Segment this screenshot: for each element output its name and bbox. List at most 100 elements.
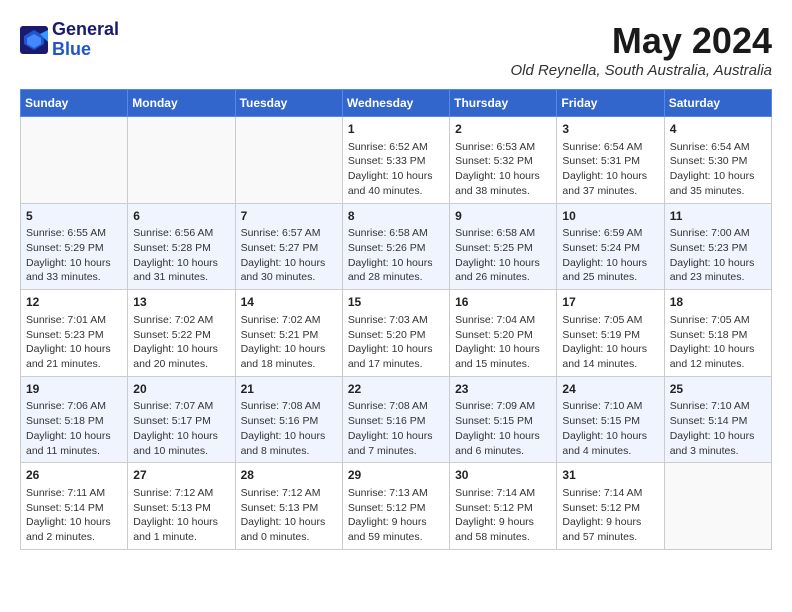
calendar-cell: 23Sunrise: 7:09 AM Sunset: 5:15 PM Dayli… [450, 376, 557, 463]
day-info: Sunrise: 6:54 AM Sunset: 5:30 PM Dayligh… [670, 140, 766, 199]
day-info: Sunrise: 7:05 AM Sunset: 5:19 PM Dayligh… [562, 313, 658, 372]
calendar-cell: 15Sunrise: 7:03 AM Sunset: 5:20 PM Dayli… [342, 290, 449, 377]
week-row-2: 5Sunrise: 6:55 AM Sunset: 5:29 PM Daylig… [21, 203, 772, 290]
day-info: Sunrise: 7:02 AM Sunset: 5:21 PM Dayligh… [241, 313, 337, 372]
calendar-cell: 11Sunrise: 7:00 AM Sunset: 5:23 PM Dayli… [664, 203, 771, 290]
day-number: 18 [670, 294, 766, 311]
day-info: Sunrise: 7:08 AM Sunset: 5:16 PM Dayligh… [348, 399, 444, 458]
day-number: 28 [241, 467, 337, 484]
day-number: 1 [348, 121, 444, 138]
day-info: Sunrise: 6:53 AM Sunset: 5:32 PM Dayligh… [455, 140, 551, 199]
col-header-sunday: Sunday [21, 90, 128, 117]
day-number: 29 [348, 467, 444, 484]
calendar-cell: 1 Sunrise: 6:52 AM Sunset: 5:33 PM Daylig… [342, 117, 449, 204]
day-number: 23 [455, 381, 551, 398]
day-info: Sunrise: 7:02 AM Sunset: 5:22 PM Dayligh… [133, 313, 229, 372]
day-number: 27 [133, 467, 229, 484]
calendar-cell [664, 463, 771, 550]
day-info: Sunrise: 7:10 AM Sunset: 5:14 PM Dayligh… [670, 399, 766, 458]
day-number: 13 [133, 294, 229, 311]
day-info: Sunrise: 7:10 AM Sunset: 5:15 PM Dayligh… [562, 399, 658, 458]
calendar-cell: 31 Sunrise: 7:14 AM Sunset: 5:12 PM Dayli… [557, 463, 664, 550]
week-row-5: 26Sunrise: 7:11 AM Sunset: 5:14 PM Dayli… [21, 463, 772, 550]
day-number: 14 [241, 294, 337, 311]
col-header-monday: Monday [128, 90, 235, 117]
calendar-table: SundayMondayTuesdayWednesdayThursdayFrid… [20, 89, 772, 550]
calendar-cell: 13 Sunrise: 7:02 AM Sunset: 5:22 PM Dayli… [128, 290, 235, 377]
title-block: May 2024 Old Reynella, South Australia, … [510, 20, 772, 79]
day-number: 22 [348, 381, 444, 398]
header-row: SundayMondayTuesdayWednesdayThursdayFrid… [21, 90, 772, 117]
day-info: Sunrise: 6:52 AM Sunset: 5:33 PM Dayligh… [348, 140, 444, 199]
calendar-cell: 14 Sunrise: 7:02 AM Sunset: 5:21 PM Dayli… [235, 290, 342, 377]
day-info: Sunrise: 6:58 AM Sunset: 5:26 PM Dayligh… [348, 226, 444, 285]
day-info: Sunrise: 7:06 AM Sunset: 5:18 PM Dayligh… [26, 399, 122, 458]
calendar-cell: 25Sunrise: 7:10 AM Sunset: 5:14 PM Dayli… [664, 376, 771, 463]
day-number: 2 [455, 121, 551, 138]
day-info: Sunrise: 6:58 AM Sunset: 5:25 PM Dayligh… [455, 226, 551, 285]
calendar-cell: 8Sunrise: 6:58 AM Sunset: 5:26 PM Daylig… [342, 203, 449, 290]
week-row-3: 12 Sunrise: 7:01 AM Sunset: 5:23 PM Dayli… [21, 290, 772, 377]
calendar-cell: 22Sunrise: 7:08 AM Sunset: 5:16 PM Dayli… [342, 376, 449, 463]
day-number: 21 [241, 381, 337, 398]
calendar-cell: 18Sunrise: 7:05 AM Sunset: 5:18 PM Dayli… [664, 290, 771, 377]
calendar-cell: 7Sunrise: 6:57 AM Sunset: 5:27 PM Daylig… [235, 203, 342, 290]
day-number: 15 [348, 294, 444, 311]
day-number: 19 [26, 381, 122, 398]
day-number: 6 [133, 208, 229, 225]
calendar-cell: 16Sunrise: 7:04 AM Sunset: 5:20 PM Dayli… [450, 290, 557, 377]
day-number: 8 [348, 208, 444, 225]
location: Old Reynella, South Australia, Australia [510, 62, 772, 79]
day-info: Sunrise: 7:11 AM Sunset: 5:14 PM Dayligh… [26, 486, 122, 545]
logo-icon [20, 26, 48, 54]
calendar-cell: 19Sunrise: 7:06 AM Sunset: 5:18 PM Dayli… [21, 376, 128, 463]
calendar-cell: 12 Sunrise: 7:01 AM Sunset: 5:23 PM Dayli… [21, 290, 128, 377]
day-number: 31 [562, 467, 658, 484]
day-number: 5 [26, 208, 122, 225]
day-info: Sunrise: 7:14 AM Sunset: 5:12 PM Dayligh… [562, 486, 658, 545]
day-info: Sunrise: 7:00 AM Sunset: 5:23 PM Dayligh… [670, 226, 766, 285]
logo-text: General Blue [52, 20, 119, 60]
calendar-cell: 17 Sunrise: 7:05 AM Sunset: 5:19 PM Dayli… [557, 290, 664, 377]
col-header-saturday: Saturday [664, 90, 771, 117]
day-number: 12 [26, 294, 122, 311]
calendar-cell: 21Sunrise: 7:08 AM Sunset: 5:16 PM Dayli… [235, 376, 342, 463]
day-number: 24 [562, 381, 658, 398]
day-info: Sunrise: 6:56 AM Sunset: 5:28 PM Dayligh… [133, 226, 229, 285]
day-number: 10 [562, 208, 658, 225]
calendar-cell: 6Sunrise: 6:56 AM Sunset: 5:28 PM Daylig… [128, 203, 235, 290]
day-number: 20 [133, 381, 229, 398]
day-info: Sunrise: 6:54 AM Sunset: 5:31 PM Dayligh… [562, 140, 658, 199]
day-info: Sunrise: 7:12 AM Sunset: 5:13 PM Dayligh… [133, 486, 229, 545]
day-info: Sunrise: 7:14 AM Sunset: 5:12 PM Dayligh… [455, 486, 551, 545]
day-number: 9 [455, 208, 551, 225]
calendar-cell: 30 Sunrise: 7:14 AM Sunset: 5:12 PM Dayli… [450, 463, 557, 550]
day-number: 16 [455, 294, 551, 311]
day-info: Sunrise: 6:57 AM Sunset: 5:27 PM Dayligh… [241, 226, 337, 285]
day-number: 7 [241, 208, 337, 225]
calendar-cell: 20Sunrise: 7:07 AM Sunset: 5:17 PM Dayli… [128, 376, 235, 463]
col-header-thursday: Thursday [450, 90, 557, 117]
day-number: 30 [455, 467, 551, 484]
calendar-cell: 24Sunrise: 7:10 AM Sunset: 5:15 PM Dayli… [557, 376, 664, 463]
day-info: Sunrise: 7:08 AM Sunset: 5:16 PM Dayligh… [241, 399, 337, 458]
calendar-cell: 29Sunrise: 7:13 AM Sunset: 5:12 PM Dayli… [342, 463, 449, 550]
calendar-cell: 28 Sunrise: 7:12 AM Sunset: 5:13 PM Dayli… [235, 463, 342, 550]
calendar-cell: 9Sunrise: 6:58 AM Sunset: 5:25 PM Daylig… [450, 203, 557, 290]
calendar-cell: 26Sunrise: 7:11 AM Sunset: 5:14 PM Dayli… [21, 463, 128, 550]
day-info: Sunrise: 7:01 AM Sunset: 5:23 PM Dayligh… [26, 313, 122, 372]
day-info: Sunrise: 6:59 AM Sunset: 5:24 PM Dayligh… [562, 226, 658, 285]
col-header-friday: Friday [557, 90, 664, 117]
day-info: Sunrise: 7:07 AM Sunset: 5:17 PM Dayligh… [133, 399, 229, 458]
day-info: Sunrise: 6:55 AM Sunset: 5:29 PM Dayligh… [26, 226, 122, 285]
col-header-tuesday: Tuesday [235, 90, 342, 117]
page-header: General Blue May 2024 Old Reynella, Sout… [20, 20, 772, 79]
day-number: 3 [562, 121, 658, 138]
day-info: Sunrise: 7:12 AM Sunset: 5:13 PM Dayligh… [241, 486, 337, 545]
week-row-1: 1 Sunrise: 6:52 AM Sunset: 5:33 PM Daylig… [21, 117, 772, 204]
calendar-cell [235, 117, 342, 204]
day-number: 17 [562, 294, 658, 311]
day-info: Sunrise: 7:09 AM Sunset: 5:15 PM Dayligh… [455, 399, 551, 458]
calendar-cell: 4Sunrise: 6:54 AM Sunset: 5:30 PM Daylig… [664, 117, 771, 204]
day-number: 11 [670, 208, 766, 225]
